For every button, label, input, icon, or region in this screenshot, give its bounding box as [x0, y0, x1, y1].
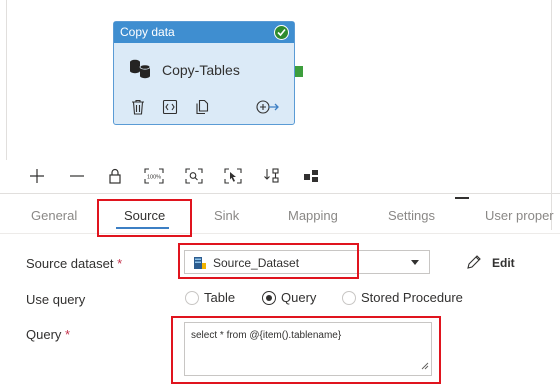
activity-name: Copy-Tables — [162, 62, 240, 78]
radio-stored-procedure-label: Stored Procedure — [361, 290, 463, 305]
radio-query-label: Query — [281, 290, 317, 305]
query-label-text: Query — [26, 327, 62, 342]
tab-settings[interactable]: Settings — [388, 208, 435, 223]
select-icon[interactable] — [222, 168, 244, 190]
sql-dataset-icon — [193, 256, 207, 275]
source-dataset-select[interactable]: Source_Dataset — [184, 250, 430, 274]
delete-icon[interactable] — [131, 99, 145, 120]
source-dataset-value: Source_Dataset — [213, 256, 300, 270]
edit-label: Edit — [492, 256, 515, 270]
layout-icon[interactable] — [301, 168, 323, 190]
zoom-100-icon[interactable]: 100% — [143, 168, 165, 190]
resize-grip-icon[interactable] — [421, 362, 429, 373]
canvas-left-border — [0, 0, 7, 160]
check-icon — [274, 25, 289, 40]
radio-table-circle[interactable] — [185, 291, 199, 305]
radio-stored-procedure-circle[interactable] — [342, 291, 356, 305]
auto-align-icon[interactable] — [261, 168, 283, 190]
tab-general[interactable]: General — [31, 208, 77, 223]
tab-sink[interactable]: Sink — [214, 208, 239, 223]
database-icon — [129, 59, 153, 84]
panel-resize-handle[interactable] — [455, 197, 469, 199]
activity-header: Copy data — [114, 22, 294, 43]
remove-icon[interactable] — [66, 168, 88, 190]
radio-table-label: Table — [204, 290, 236, 305]
right-panel-edge — [551, 0, 560, 230]
add-output-icon[interactable] — [256, 100, 280, 119]
chevron-down-icon — [411, 260, 419, 265]
use-query-label: Use query — [26, 292, 86, 307]
lock-icon[interactable] — [104, 168, 126, 190]
success-output-port[interactable] — [295, 66, 303, 77]
clone-icon[interactable] — [194, 99, 210, 120]
tabs-divider — [0, 233, 560, 234]
properties-tabs: General Source Sink Mapping Settings Use… — [0, 200, 560, 234]
pipeline-canvas[interactable]: Copy data Copy-Tables — [0, 0, 560, 160]
edit-dataset-button[interactable]: Edit — [466, 253, 522, 273]
copy-data-activity[interactable]: Copy data Copy-Tables — [113, 21, 295, 125]
add-icon[interactable] — [26, 168, 48, 190]
code-icon[interactable] — [162, 99, 178, 120]
activity-type-label: Copy data — [120, 25, 175, 39]
zoom-to-fit-icon[interactable] — [183, 168, 205, 190]
radio-query-circle[interactable] — [262, 291, 276, 305]
tab-source[interactable]: Source — [124, 208, 165, 223]
canvas-toolbar: 100% — [0, 165, 560, 193]
required-mark: * — [117, 256, 123, 271]
tab-mapping[interactable]: Mapping — [288, 208, 338, 223]
active-tab-indicator — [116, 227, 169, 229]
source-dataset-label: Source dataset * — [26, 256, 122, 271]
tab-user-properties[interactable]: User proper — [485, 208, 554, 223]
zoom-100-label: 100% — [147, 175, 161, 181]
pencil-icon — [466, 254, 482, 275]
required-mark: * — [65, 327, 71, 342]
query-label: Query * — [26, 327, 70, 342]
query-text: select * from @{item().tablename} — [191, 330, 342, 341]
query-textarea[interactable]: select * from @{item().tablename} — [184, 322, 432, 376]
source-dataset-label-text: Source dataset — [26, 256, 114, 271]
toolbar-divider — [0, 193, 560, 194]
